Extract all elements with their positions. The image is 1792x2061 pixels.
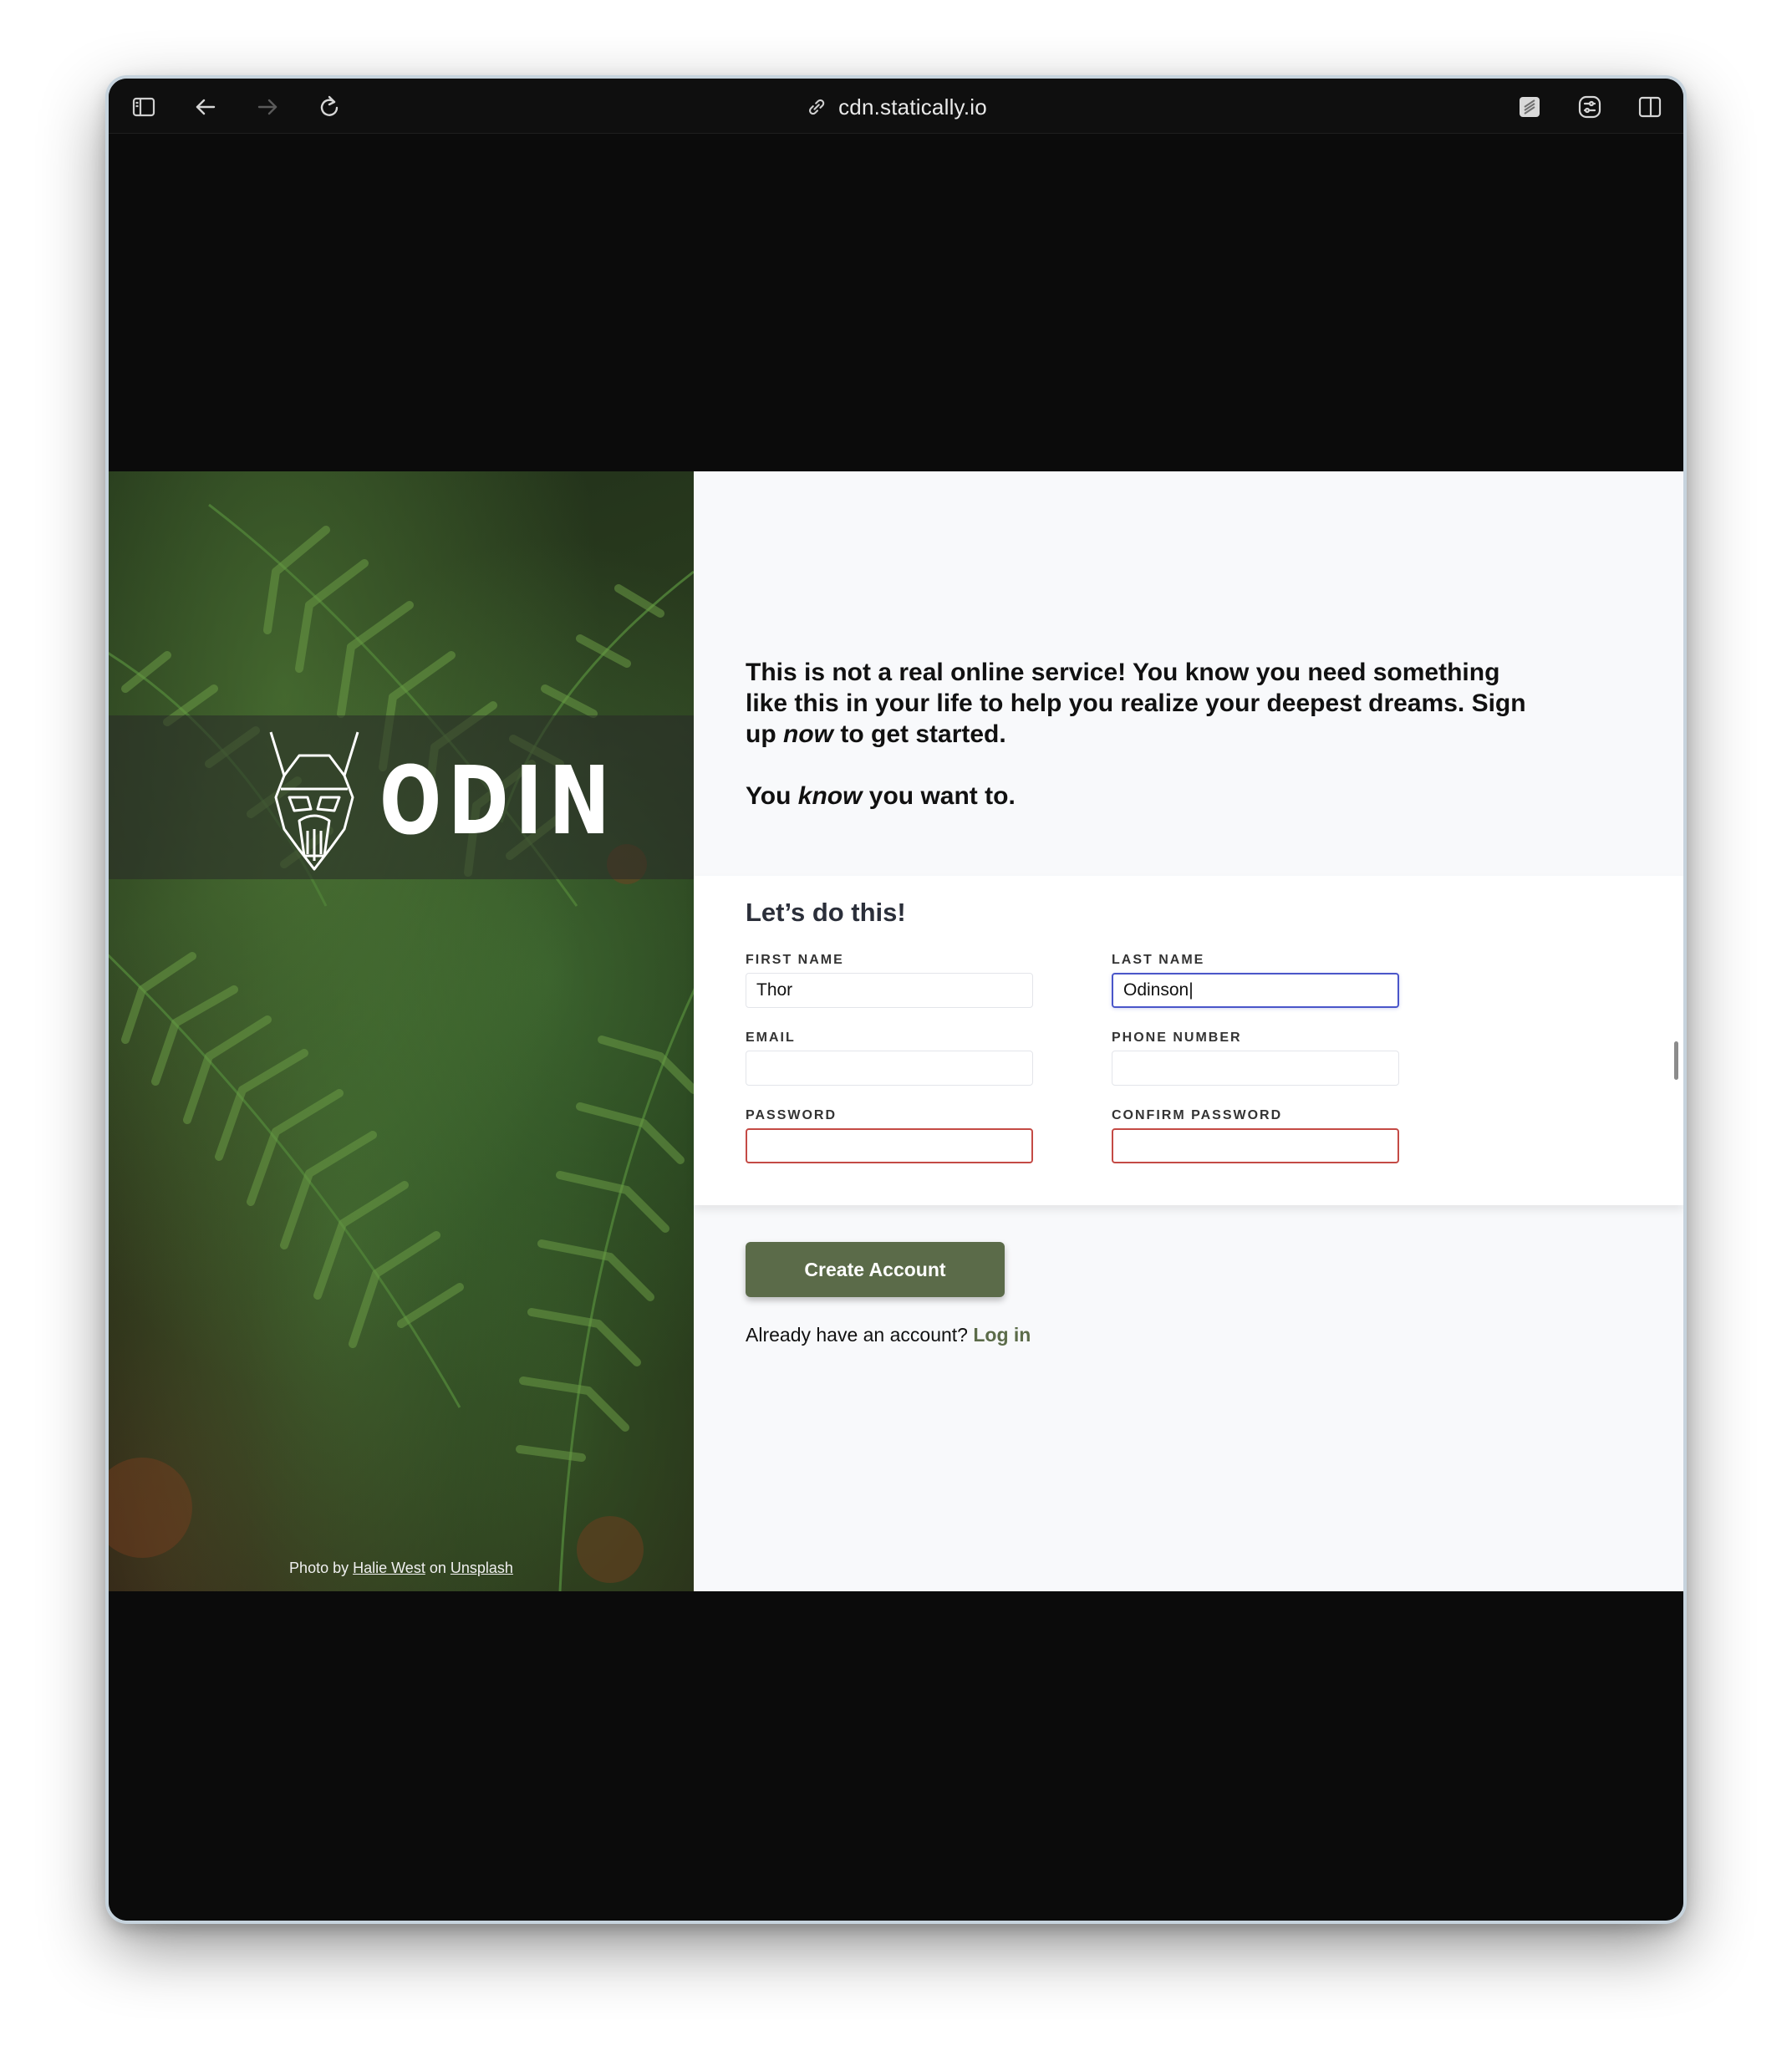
extension-icon[interactable] xyxy=(1515,92,1545,122)
phone-label: PHONE NUMBER xyxy=(1112,1030,1242,1045)
confirm-password-group: CONFIRM PASSWORD xyxy=(1112,1108,1399,1163)
email-input[interactable] xyxy=(746,1051,1033,1086)
back-arrow-icon[interactable] xyxy=(191,92,221,122)
phone-input[interactable] xyxy=(1112,1051,1399,1086)
login-link[interactable]: Log in xyxy=(973,1324,1031,1346)
email-label: EMAIL xyxy=(746,1030,796,1045)
page-content: ODIN Photo by Halie West on Unsplash Thi… xyxy=(109,134,1683,1921)
intro-line2-b: you want to. xyxy=(868,782,1016,810)
intro-text: This is not a real online service! You k… xyxy=(746,657,1548,812)
credit-author-link[interactable]: Halie West xyxy=(353,1560,425,1576)
last-name-input[interactable] xyxy=(1112,973,1399,1008)
sidebar-toggle-icon[interactable] xyxy=(129,92,159,122)
intro-line2-em: know xyxy=(797,782,863,810)
fern-illustration xyxy=(109,503,694,1591)
password-input[interactable] xyxy=(746,1128,1033,1163)
url-text: cdn.statically.io xyxy=(838,94,987,120)
first-name-label: FIRST NAME xyxy=(746,953,844,967)
browser-toolbar: cdn.statically.io xyxy=(109,79,1683,134)
split-view-icon[interactable] xyxy=(1635,92,1665,122)
credit-prefix: Photo by xyxy=(289,1560,349,1576)
create-account-button[interactable]: Create Account xyxy=(746,1242,1005,1297)
photo-credit: Photo by Halie West on Unsplash xyxy=(109,1560,694,1577)
settings-sliders-icon[interactable] xyxy=(1575,92,1605,122)
reload-icon[interactable] xyxy=(314,92,344,122)
hero-image: ODIN Photo by Halie West on Unsplash xyxy=(109,471,694,1591)
first-name-group: FIRST NAME xyxy=(746,953,1033,1008)
confirm-password-label: CONFIRM PASSWORD xyxy=(1112,1108,1283,1122)
signup-form: Let’s do this! FIRST NAME LAST NAME EMAI… xyxy=(694,876,1683,1205)
browser-window: cdn.statically.io ODIN Photo by Halie We… xyxy=(109,79,1683,1921)
password-label: PASSWORD xyxy=(746,1108,837,1122)
address-bar[interactable]: cdn.statically.io xyxy=(805,90,987,124)
login-prompt: Already have an account? Log in xyxy=(746,1324,1031,1346)
confirm-password-input[interactable] xyxy=(1112,1128,1399,1163)
form-title: Let’s do this! xyxy=(746,898,906,927)
link-icon xyxy=(808,99,825,115)
last-name-label: LAST NAME xyxy=(1112,953,1205,967)
forward-arrow-icon[interactable] xyxy=(252,92,283,122)
logo-text: ODIN xyxy=(379,747,617,856)
signup-panel: This is not a real online service! You k… xyxy=(694,471,1683,1591)
credit-mid: on xyxy=(429,1560,446,1576)
phone-group: PHONE NUMBER xyxy=(1112,1030,1399,1086)
intro-line2-a: You xyxy=(746,782,792,810)
login-prompt-text: Already have an account? xyxy=(746,1324,968,1346)
intro-line1-b: to get started. xyxy=(840,720,1006,748)
viking-helmet-icon xyxy=(269,731,359,871)
first-name-input[interactable] xyxy=(746,973,1033,1008)
email-group: EMAIL xyxy=(746,1030,1033,1086)
last-name-group: LAST NAME xyxy=(1112,953,1399,1008)
credit-site-link[interactable]: Unsplash xyxy=(451,1560,513,1576)
password-group: PASSWORD xyxy=(746,1108,1033,1163)
intro-line1-em: now xyxy=(783,720,833,748)
odin-logo: ODIN xyxy=(264,730,684,873)
scrollbar-handle[interactable] xyxy=(1674,1041,1678,1080)
